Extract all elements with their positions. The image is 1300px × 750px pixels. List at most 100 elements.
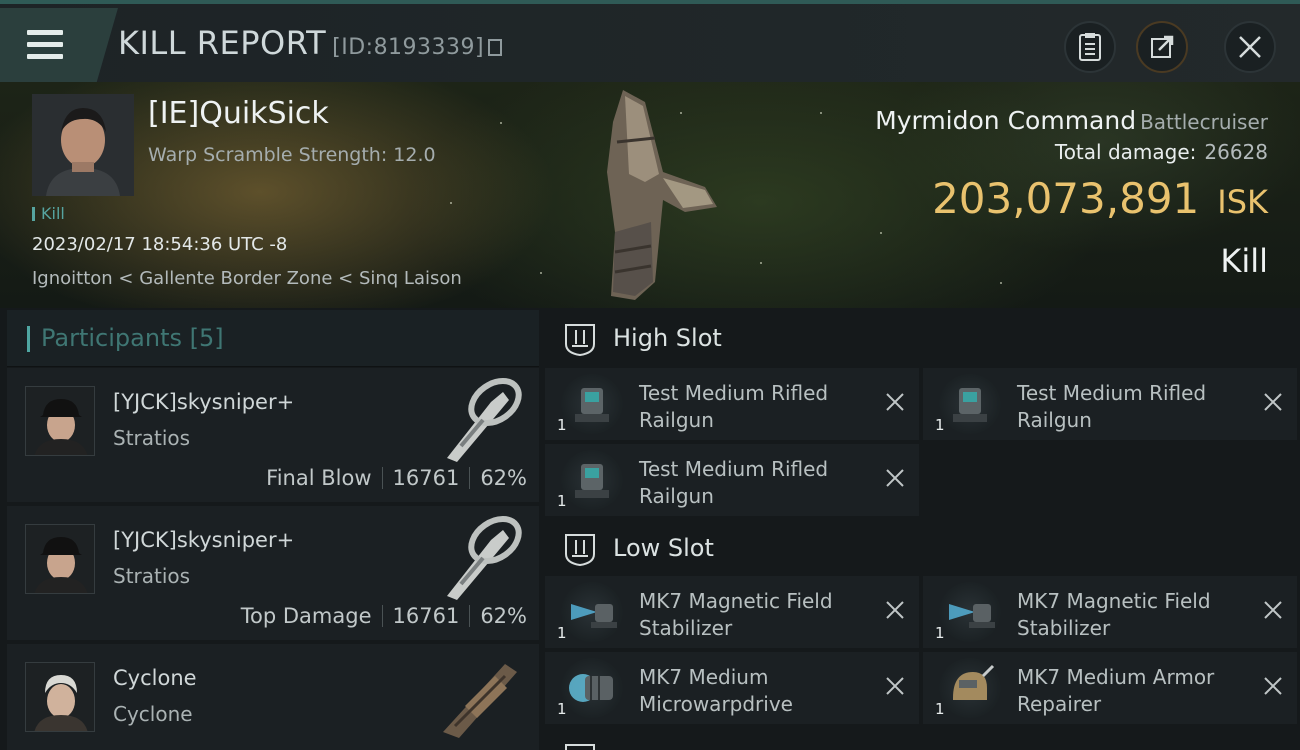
participant-stats: Top Damage 16761 62% [241,604,527,628]
module-name: Test Medium Rifled Railgun [1017,381,1207,432]
module-qty: 1 [557,492,567,510]
module-qty: 1 [935,700,945,718]
armor-repairer-icon [939,658,1001,718]
destroyed-icon [1264,393,1282,411]
module-name: MK7 Magnetic Field Stabilizer [1017,589,1211,640]
close-icon [1239,36,1261,58]
high-slot-icon [565,324,595,356]
stratios-ship-icon [447,378,522,462]
close-button[interactable] [1224,21,1276,73]
share-button[interactable] [1136,21,1188,73]
module-qty: 1 [557,624,567,642]
microwarpdrive-icon [561,658,623,718]
kill-tag-bar [32,207,35,221]
participants-label: Participants [41,324,182,352]
railgun-icon [561,374,623,434]
total-damage-label: Total damage: [1054,140,1197,164]
victim-ship-image [607,90,717,300]
ship-class: Battlecruiser [1140,110,1268,134]
victim-name[interactable]: [IE]QuikSick [148,96,329,131]
destroyed-icon [886,601,904,619]
kill-datetime: 2023/02/17 18:54:36 UTC -8 [32,234,288,255]
module-item[interactable]: 1 MK7 Medium Armor Repairer [923,652,1297,724]
clipboard-icon [1079,33,1101,61]
magnetic-stabilizer-icon [561,582,623,642]
low-slot-header: Low Slot [545,520,1300,578]
module-item[interactable]: 1 Test Medium Rifled Railgun [545,444,919,516]
participant-name: [YJCK]skysniper+ [113,390,295,414]
mid-slot-icon [565,744,595,750]
participant-name: Cyclone [113,666,197,690]
kill-tag: Kill [32,204,65,223]
destroyed-icon [886,469,904,487]
participant-stats: Final Blow 16761 62% [266,466,527,490]
destroyed-icon [886,677,904,695]
module-item[interactable]: 1 Test Medium Rifled Railgun [923,368,1297,440]
total-damage: Total damage: 26628 [1055,140,1268,164]
ship-name-text: Myrmidon Command [875,106,1137,135]
participant-damage: 16761 [392,604,460,628]
participant-row[interactable]: Cyclone Cyclone [7,644,539,750]
participants-panel: Participants [5] [YJCK]skysniper+ Strati… [7,310,539,750]
fitting-panel: High Slot 1 Test Medium Rifled Railgun 1… [545,310,1300,750]
module-qty: 1 [935,624,945,642]
destroyed-icon [886,393,904,411]
module-item[interactable]: 1 MK7 Medium Microwarpdrive [545,652,919,724]
participant-row[interactable]: [YJCK]skysniper+ Stratios Top Damage 1676… [7,506,539,640]
module-item[interactable]: 1 Test Medium Rifled Railgun [545,368,919,440]
participant-percent: 62% [480,466,527,490]
victim-banner: [IE]QuikSick Warp Scramble Strength: 12.… [0,82,1300,308]
participant-row[interactable]: [YJCK]skysniper+ Stratios Final Blow 1676… [7,368,539,502]
module-item[interactable]: 1 MK7 Magnetic Field Stabilizer [545,576,919,648]
mid-slot-header [545,730,1300,750]
clipboard-button[interactable] [1064,21,1116,73]
railgun-icon [561,450,623,510]
low-slot-icon [565,534,595,566]
menu-button[interactable] [0,8,118,82]
stats-separator [381,467,383,489]
module-name: MK7 Medium Armor Repairer [1017,665,1215,716]
participants-title: Participants [5] [41,324,224,352]
stratios-ship-icon [447,516,522,600]
participants-header-bar [27,326,30,352]
participant-role: Final Blow [266,466,372,490]
railgun-icon [939,374,1001,434]
kill-result: Kill [1220,242,1268,280]
module-item[interactable]: 1 MK7 Magnetic Field Stabilizer [923,576,1297,648]
kill-location[interactable]: Ignoitton < Gallente Border Zone < Sinq … [32,268,462,289]
stats-separator [469,605,471,627]
low-slot-label: Low Slot [613,534,714,562]
participant-name: [YJCK]skysniper+ [113,528,295,552]
isk-unit: ISK [1217,183,1268,221]
copy-icon[interactable] [488,39,503,56]
participant-ship: Cyclone [113,702,193,726]
destroyed-icon [1264,677,1282,695]
cyclone-ship-icon [443,664,517,738]
top-bar: KILL REPORT [ID:8193339] [0,0,1300,82]
module-name: MK7 Magnetic Field Stabilizer [639,589,833,640]
report-id: [ID:8193339] [332,35,485,60]
participant-role: Top Damage [240,604,372,628]
title-text: KILL REPORT [118,24,327,62]
isk-amount: 203,073,891 [932,174,1200,223]
menu-icon [27,30,63,60]
warp-scramble-text: Warp Scramble Strength: 12.0 [148,144,436,166]
participant-percent: 62% [480,604,527,628]
participant-ship: Stratios [113,426,191,450]
participant-avatar [25,524,95,594]
participant-ship: Stratios [113,564,191,588]
stats-separator [469,467,471,489]
isk-value: 203,073,891 ISK [932,174,1268,223]
victim-avatar[interactable] [32,94,134,196]
participants-header: Participants [5] [7,310,539,367]
participant-damage: 16761 [392,466,460,490]
magnetic-stabilizer-icon [939,582,1001,642]
module-qty: 1 [935,416,945,434]
destroyed-icon [1264,601,1282,619]
total-damage-value: 26628 [1204,140,1268,164]
kill-tag-label: Kill [41,204,65,223]
stats-separator [381,605,383,627]
module-name: Test Medium Rifled Railgun [639,381,829,432]
page-title: KILL REPORT [ID:8193339] [118,24,503,62]
victim-ship-name[interactable]: Myrmidon Command Battlecruiser [875,106,1268,135]
